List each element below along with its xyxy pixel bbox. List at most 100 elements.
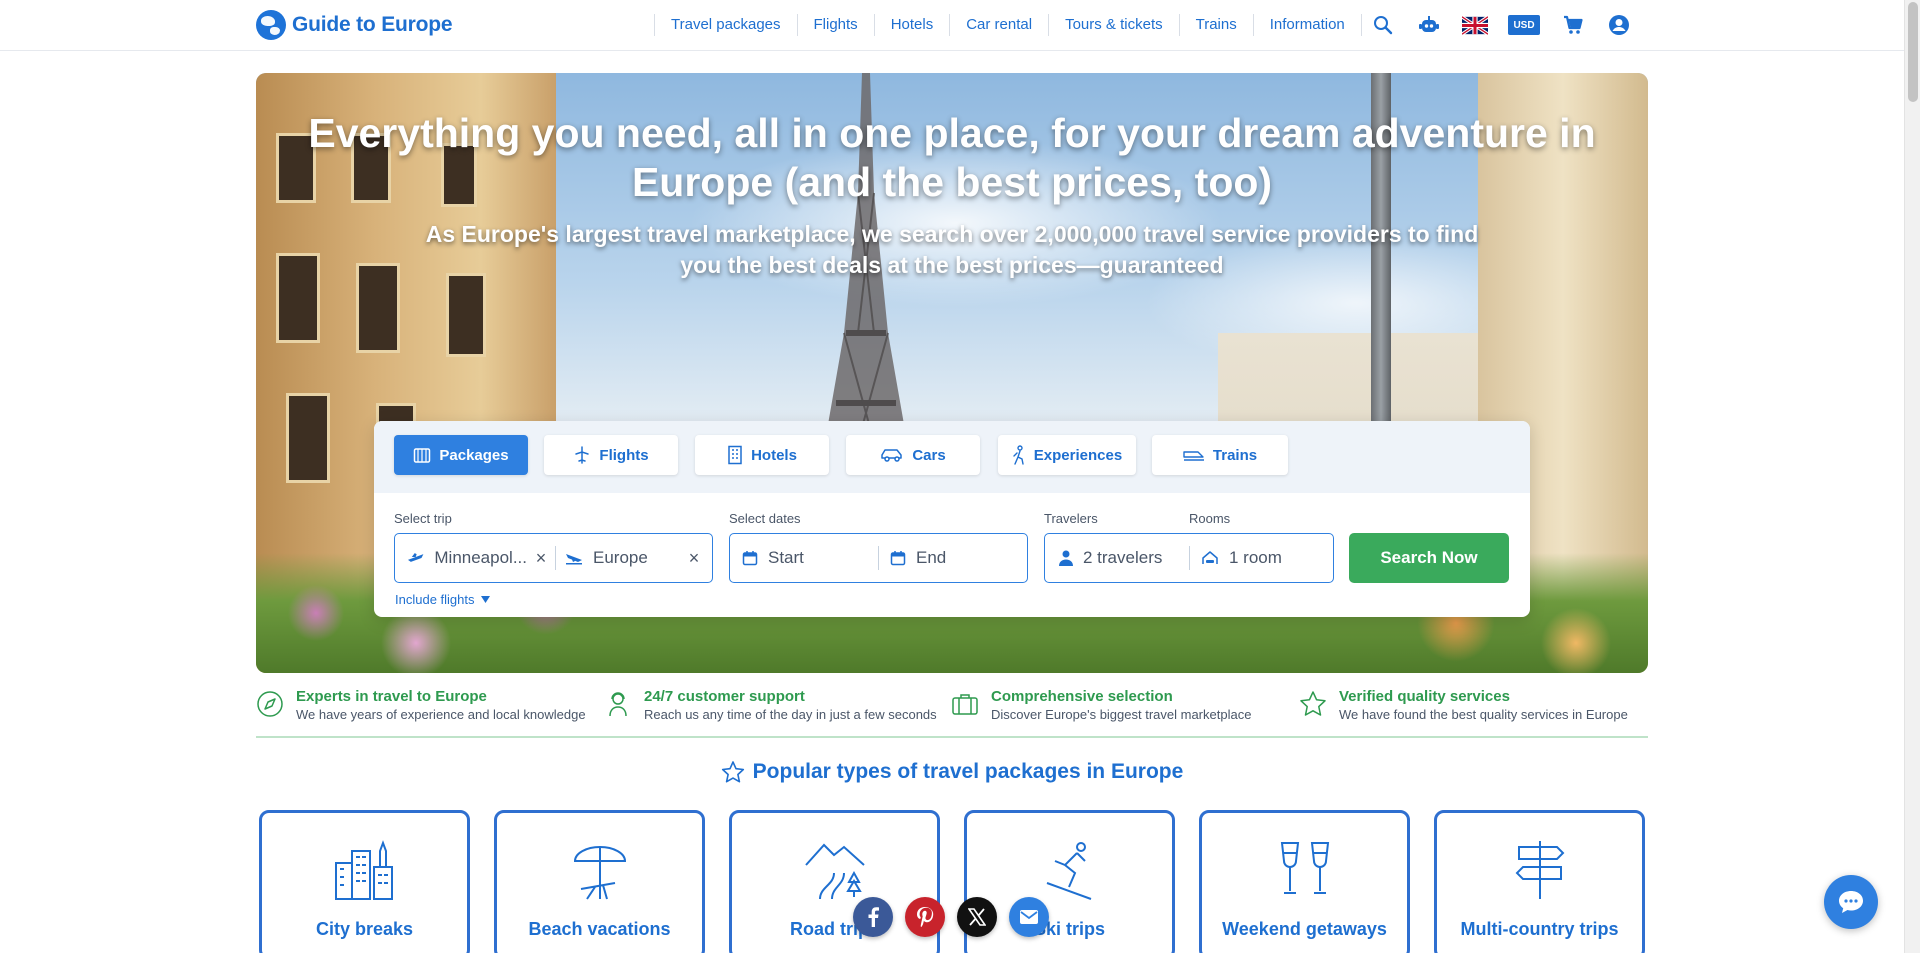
email-share-button[interactable] <box>1009 897 1049 937</box>
card-label: City breaks <box>315 919 414 939</box>
envelope-icon <box>1020 910 1038 924</box>
field-divider <box>555 546 556 570</box>
facebook-share-button[interactable] <box>853 897 893 937</box>
card-label: Multi-country trips <box>1460 919 1619 939</box>
feature-title: Comprehensive selection <box>991 688 1173 705</box>
nav-hotels[interactable]: Hotels <box>873 14 950 36</box>
tab-packages[interactable]: Packages <box>394 435 528 475</box>
label-select-trip: Select trip <box>394 511 452 526</box>
card-city-breaks[interactable]: City breaks <box>259 810 470 953</box>
feature-description: We have found the best quality services … <box>1339 707 1628 722</box>
packages-icon <box>414 448 431 463</box>
star-outline-icon <box>721 761 744 783</box>
x-share-button[interactable] <box>957 897 997 937</box>
plane-icon <box>575 446 590 464</box>
person-icon <box>1059 550 1073 566</box>
label-travelers: Travelers <box>1044 511 1098 526</box>
include-flights-toggle[interactable]: Include flights <box>395 592 490 607</box>
travelers-rooms-field: 2 travelers 1 room <box>1044 533 1334 583</box>
field-divider <box>878 546 879 570</box>
feature-quality: Verified quality services We have found … <box>1299 688 1628 724</box>
field-divider <box>1189 546 1190 570</box>
chat-widget-button[interactable] <box>1824 875 1878 929</box>
tab-flights-label: Flights <box>599 446 649 464</box>
globe-logo-icon <box>256 10 286 40</box>
tab-hotels-label: Hotels <box>751 446 797 464</box>
currency-label: USD <box>1508 15 1540 35</box>
nav-information[interactable]: Information <box>1252 14 1362 36</box>
include-flights-label: Include flights <box>395 592 475 607</box>
trip-field: Minneapol... × Europe × <box>394 533 713 583</box>
pinterest-share-button[interactable] <box>905 897 945 937</box>
star-outline-icon <box>1300 691 1326 716</box>
pinterest-icon <box>917 907 934 927</box>
clear-destination-button[interactable]: × <box>682 546 706 570</box>
scrollbar-thumb[interactable] <box>1908 2 1918 102</box>
main-nav: Travel packages Flights Hotels Car renta… <box>654 14 1362 36</box>
calendar-icon <box>742 551 758 566</box>
feature-description: Discover Europe's biggest travel marketp… <box>991 707 1252 722</box>
tab-experiences-label: Experiences <box>1033 446 1123 464</box>
wine-glasses-icon <box>1280 842 1330 894</box>
travelers-selector[interactable]: 2 travelers <box>1059 534 1187 582</box>
tab-packages-label: Packages <box>439 446 509 464</box>
compass-icon <box>257 691 283 717</box>
card-label: Weekend getaways <box>1222 919 1387 939</box>
search-now-button[interactable]: Search Now <box>1349 533 1509 583</box>
site-logo[interactable]: Guide to Europe <box>256 10 453 40</box>
card-weekend-getaways[interactable]: Weekend getaways <box>1199 810 1410 953</box>
feature-description: We have years of experience and local kn… <box>296 707 586 722</box>
origin-input[interactable]: Minneapol... <box>407 534 527 582</box>
feature-title: Experts in travel to Europe <box>296 688 487 705</box>
tab-experiences[interactable]: Experiences <box>998 435 1136 475</box>
nav-tours-tickets[interactable]: Tours & tickets <box>1048 14 1179 36</box>
facebook-icon <box>868 907 879 927</box>
hiker-icon <box>1013 445 1024 465</box>
hero-subtitle: As Europe's largest travel marketplace, … <box>425 221 1479 278</box>
currency-selector[interactable]: USD <box>1508 12 1540 38</box>
start-date-placeholder: Start <box>768 548 804 567</box>
end-date-placeholder: End <box>916 548 947 567</box>
feature-experts: Experts in travel to Europe We have year… <box>256 688 586 724</box>
tab-cars[interactable]: Cars <box>846 435 980 475</box>
end-date-input[interactable]: End <box>890 534 1020 582</box>
beach-umbrella-icon <box>573 846 627 900</box>
card-beach-vacations[interactable]: Beach vacations <box>494 810 705 953</box>
bed-icon <box>1202 551 1218 564</box>
account-icon[interactable] <box>1606 12 1632 38</box>
popular-section-heading: Popular types of travel packages in Euro… <box>0 760 1904 784</box>
card-label: Beach vacations <box>528 919 671 939</box>
feature-title: 24/7 customer support <box>644 688 805 705</box>
logo-text: Guide to Europe <box>292 13 453 36</box>
tab-hotels[interactable]: Hotels <box>695 435 829 475</box>
nav-flights[interactable]: Flights <box>796 14 874 36</box>
feature-title: Verified quality services <box>1339 688 1510 705</box>
tab-trains-label: Trains <box>1212 446 1258 464</box>
nav-car-rental[interactable]: Car rental <box>949 14 1048 36</box>
travelers-value: 2 travelers <box>1083 548 1163 567</box>
nav-trains[interactable]: Trains <box>1178 14 1253 36</box>
label-select-dates: Select dates <box>729 511 801 526</box>
uk-flag-icon[interactable] <box>1462 12 1488 38</box>
origin-value: Minneapol... <box>434 548 527 567</box>
card-multi-country-trips[interactable]: Multi-country trips <box>1434 810 1645 953</box>
clear-origin-button[interactable]: × <box>529 546 553 570</box>
tab-flights[interactable]: Flights <box>544 435 678 475</box>
departure-plane-icon <box>407 553 424 562</box>
signpost-icon <box>1515 841 1565 899</box>
chat-bubble-icon <box>1839 891 1863 913</box>
car-icon <box>881 449 903 462</box>
rooms-selector[interactable]: 1 room <box>1201 534 1321 582</box>
tab-trains[interactable]: Trains <box>1152 435 1288 475</box>
nav-travel-packages[interactable]: Travel packages <box>654 14 797 36</box>
robot-icon[interactable] <box>1416 12 1442 38</box>
start-date-input[interactable]: Start <box>742 534 872 582</box>
widget-tabs: Packages Flights Hotels Cars Experiences… <box>374 421 1530 493</box>
hero-title: Everything you need, all in one place, f… <box>308 110 1596 205</box>
destination-input[interactable]: Europe <box>565 534 675 582</box>
page-scrollbar[interactable] <box>1904 0 1920 953</box>
skier-icon <box>1046 842 1092 900</box>
rooms-value: 1 room <box>1229 548 1282 567</box>
search-icon[interactable] <box>1370 12 1396 38</box>
cart-icon[interactable] <box>1560 12 1586 38</box>
